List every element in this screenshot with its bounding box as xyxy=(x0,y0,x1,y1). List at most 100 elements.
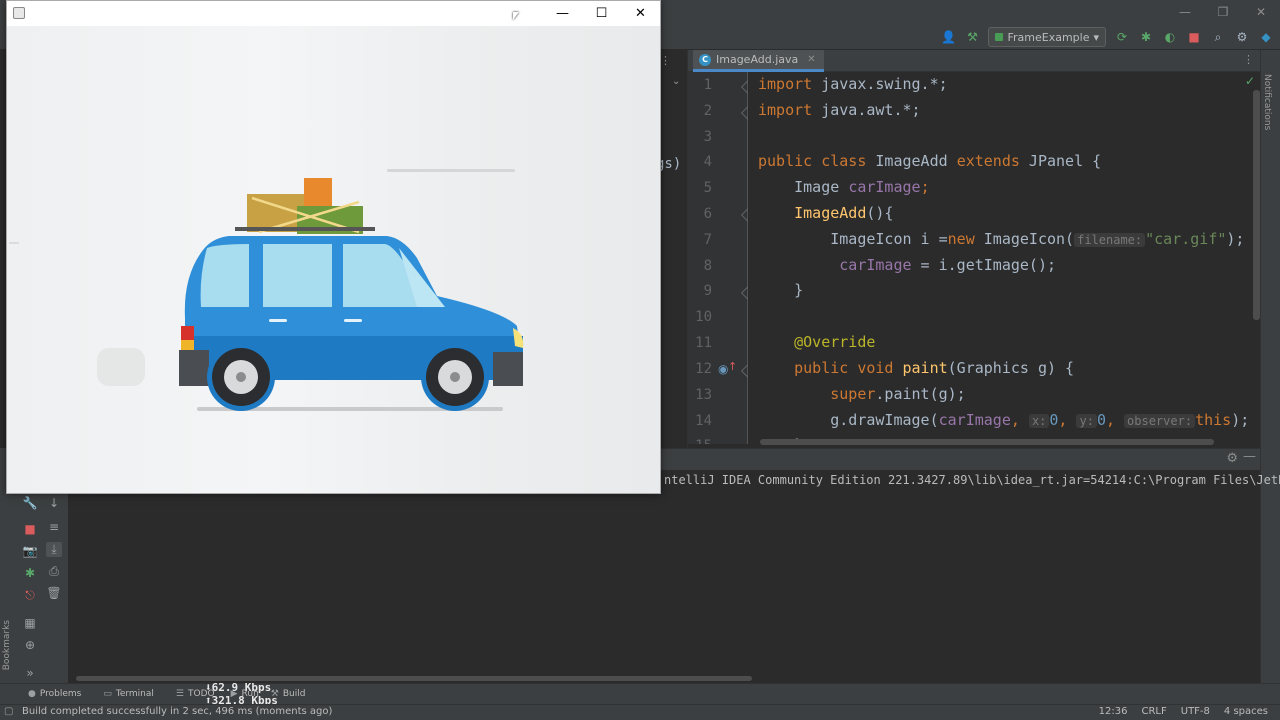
dust-cloud xyxy=(97,348,145,386)
line-number: 14 xyxy=(695,413,712,429)
restore-icon[interactable]: ❐ xyxy=(1204,0,1242,24)
close-icon[interactable]: ✕ xyxy=(1242,0,1280,24)
rear-hub xyxy=(236,372,246,382)
run-config-label: FrameExample xyxy=(1007,30,1090,44)
code-line-4: public class ImageAdd extends JPanel { xyxy=(758,152,1102,170)
notifications-tab[interactable]: Notifications xyxy=(1262,74,1272,130)
door-handle xyxy=(269,319,287,322)
override-arrow-icon: ↑ xyxy=(728,360,738,373)
coverage-icon[interactable]: ◐ xyxy=(1162,30,1178,44)
bookmarks-tab[interactable]: Bookmarks xyxy=(2,620,12,670)
speed-line xyxy=(387,169,515,172)
code-line-13: super.paint(g); xyxy=(758,385,966,403)
close-icon[interactable]: ✕ xyxy=(621,1,660,26)
soft-wrap-icon[interactable]: ≡ xyxy=(46,520,62,534)
maximize-icon[interactable]: ☐ xyxy=(582,1,621,26)
stop-icon[interactable]: ■ xyxy=(1186,30,1202,44)
tail-light xyxy=(181,326,194,340)
search-icon[interactable]: ⌕ xyxy=(1210,30,1226,45)
run-console[interactable]: ntelliJ IDEA Community Edition 221.3427.… xyxy=(68,470,1280,675)
close-tab-icon[interactable]: ✕ xyxy=(807,54,815,65)
globe-icon[interactable]: ⊕ xyxy=(22,638,38,652)
minimize-icon[interactable]: — xyxy=(1166,0,1204,24)
chevron-down-icon[interactable]: ⌄ xyxy=(672,76,680,87)
java-frame-window: — ☐ ✕ xyxy=(6,0,661,494)
rerun-icon[interactable]: ⟳ xyxy=(1114,30,1130,44)
line-number-gutter: 1 2 3 4 5 6 7 8 9 10 11 12 13 14 15 ◉ ↑ xyxy=(688,72,756,444)
frame-window-controls: — ☐ ✕ xyxy=(543,1,660,26)
user-icon[interactable]: 👤 xyxy=(940,30,956,44)
line-number: 11 xyxy=(695,335,712,351)
line-number: 7 xyxy=(703,232,712,248)
line-number: 15 xyxy=(688,438,712,444)
console-horizontal-scrollbar[interactable] xyxy=(76,676,752,681)
editor-horizontal-scrollbar[interactable] xyxy=(760,439,1214,445)
line-number: 2 xyxy=(703,103,712,119)
terminal-icon: ▭ xyxy=(103,689,112,699)
layout-icon[interactable]: ▦ xyxy=(22,616,38,630)
rear-window xyxy=(200,244,249,307)
middle-window xyxy=(263,244,332,307)
ide-toolbar: 👤 ⚒ FrameExample ▾ ⟳ ✱ ◐ ■ ⌕ ⚙ ◆ xyxy=(940,27,1274,47)
tab-label: ImageAdd.java xyxy=(716,53,799,66)
editor-vertical-scrollbar[interactable] xyxy=(1253,90,1260,320)
code-line-7: ImageIcon i =new ImageIcon(filename: "car… xyxy=(758,230,1245,248)
status-right-group: 12:36 CRLF UTF-8 4 spaces xyxy=(1099,706,1268,717)
wrench-icon[interactable]: 🔧 xyxy=(22,496,38,510)
status-message[interactable]: Build completed successfully in 2 sec, 4… xyxy=(22,706,332,717)
code-editor[interactable]: import javax.swing.*; import java.awt.*;… xyxy=(748,72,1260,444)
status-time[interactable]: 12:36 xyxy=(1099,706,1128,717)
trash-icon[interactable]: 🗑 xyxy=(46,586,62,600)
download-speed: ⬇62.9 Kbps xyxy=(205,681,272,694)
line-number: 3 xyxy=(703,129,712,145)
speed-line xyxy=(9,242,19,244)
java-class-icon: C xyxy=(699,53,711,66)
console-output-line: ntelliJ IDEA Community Edition 221.3427.… xyxy=(664,473,1280,487)
tab-imageadd-java[interactable]: C ImageAdd.java ✕ xyxy=(693,50,824,72)
java-app-icon xyxy=(13,7,25,19)
arrow-down-icon[interactable]: ↓ xyxy=(46,496,62,510)
code-line-1: import javax.swing.*; xyxy=(758,75,948,93)
tab-terminal[interactable]: ▭ Terminal xyxy=(103,689,154,699)
camera-icon[interactable]: 📷 xyxy=(22,544,38,558)
minimize-panel-icon[interactable]: — xyxy=(1243,449,1256,464)
frame-title-bar[interactable]: — ☐ ✕ xyxy=(7,1,660,26)
editor-tab-bar: C ImageAdd.java ✕ ⋮ xyxy=(688,50,1260,72)
line-number: 12 xyxy=(695,361,712,377)
status-square-icon[interactable]: ▢ xyxy=(4,706,13,717)
gear-icon[interactable]: ⚙ xyxy=(1226,451,1238,466)
scroll-to-end-icon[interactable]: ⤓ xyxy=(46,542,62,557)
print-icon[interactable]: ⎙ xyxy=(46,564,62,579)
status-line-separator[interactable]: CRLF xyxy=(1141,706,1166,717)
more-icon[interactable]: » xyxy=(22,666,38,680)
panel-menu-icon[interactable]: ⋮ xyxy=(660,54,671,67)
roof-rack xyxy=(235,227,375,231)
code-line-9: } xyxy=(758,281,804,299)
stop-icon[interactable]: ■ xyxy=(22,522,38,536)
run-configuration-select[interactable]: FrameExample ▾ xyxy=(988,27,1106,47)
status-indent[interactable]: 4 spaces xyxy=(1224,706,1268,717)
bottom-tool-window-bar: ● Problems ▭ Terminal ☰ TODO ▶ Run ⚒ Build xyxy=(0,683,1280,704)
code-line-2: import java.awt.*; xyxy=(758,101,921,119)
ide-window-controls: — ❐ ✕ xyxy=(1166,0,1280,24)
gear-icon[interactable]: ⚙ xyxy=(1234,30,1250,44)
build-hammer-icon[interactable]: ⚒ xyxy=(964,30,980,44)
debug-icon[interactable]: ✱ xyxy=(22,566,38,580)
debug-icon[interactable]: ✱ xyxy=(1138,30,1154,44)
plugin-icon[interactable]: ◆ xyxy=(1258,30,1274,44)
tab-problems[interactable]: ● Problems xyxy=(28,689,81,699)
front-bumper xyxy=(493,352,523,386)
tab-menu-icon[interactable]: ⋮ xyxy=(1243,53,1254,66)
minimize-icon[interactable]: — xyxy=(543,1,582,26)
line-number: 8 xyxy=(703,258,712,274)
box-icon xyxy=(304,178,332,208)
frame-canvas xyxy=(7,26,660,493)
project-panel-edge: ⋮ ⌄ gs) xyxy=(656,50,688,450)
run-config-icon xyxy=(995,33,1004,41)
exit-icon[interactable]: ⎋ xyxy=(22,588,38,603)
problems-icon: ● xyxy=(28,689,36,699)
override-marker-icon[interactable]: ◉ xyxy=(718,362,728,376)
code-line-12: public void paint(Graphics g) { xyxy=(758,359,1075,377)
door-handle xyxy=(344,319,362,322)
status-encoding[interactable]: UTF-8 xyxy=(1181,706,1210,717)
